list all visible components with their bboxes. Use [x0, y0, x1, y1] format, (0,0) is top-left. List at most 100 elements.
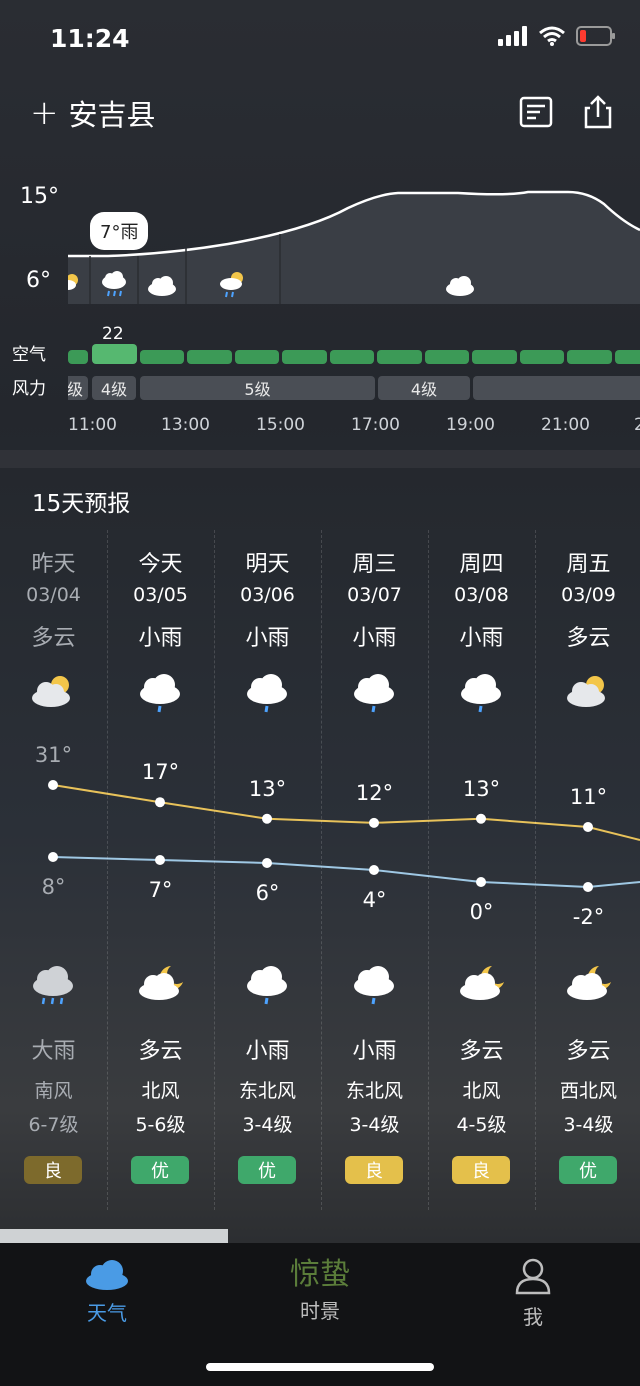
- status-time: 11:24: [50, 24, 130, 53]
- night-weather: 多云: [459, 1039, 504, 1064]
- solar-term-badge: 惊蛰: [290, 1257, 350, 1292]
- partly-cloudy-icon: [565, 672, 611, 714]
- high-temp: 13°: [462, 776, 501, 801]
- light-rain-icon: [137, 672, 183, 718]
- wind-bar: 5级: [140, 376, 375, 400]
- aq-bar: [425, 350, 469, 364]
- ad-strip[interactable]: [0, 1229, 228, 1243]
- light-rain-icon: [458, 672, 504, 718]
- low-temp: 8°: [41, 875, 66, 899]
- day-date: 03/04: [26, 584, 81, 606]
- time-label: 19:00: [446, 415, 495, 430]
- person-icon: [515, 1258, 551, 1295]
- air-quality-badge: 良: [452, 1156, 510, 1184]
- aq-bar: [377, 350, 422, 364]
- aq-bar: [282, 350, 327, 364]
- list-icon[interactable]: [518, 94, 554, 130]
- high-temp: 12°: [355, 780, 394, 805]
- city-name[interactable]: 安吉县: [69, 92, 156, 134]
- air-quality-badge: 良: [24, 1156, 82, 1184]
- tab-scenes[interactable]: 惊蛰 时景: [240, 1257, 400, 1324]
- partly-cloudy-icon: [30, 672, 76, 714]
- y-label-high: 15°: [20, 184, 59, 209]
- hourly-forecast[interactable]: 7°雨 22 级 4级 5级 4级 11:00 13:00 15:00 17:0…: [68, 160, 640, 430]
- wind-bar: 级: [68, 376, 88, 400]
- tab-me-label: 我: [523, 1305, 543, 1329]
- light-rain-icon: [244, 672, 290, 718]
- time-label: 11:00: [68, 415, 117, 430]
- aq-bar: [68, 350, 88, 364]
- high-temp: 17°: [141, 760, 180, 785]
- time-label: 15:00: [256, 415, 305, 430]
- wind-level: 5-6级: [135, 1114, 186, 1136]
- aq-bar: [567, 350, 612, 364]
- cloud-icon: [446, 276, 474, 296]
- wind-level: 6-7级: [28, 1114, 79, 1136]
- night-weather: 多云: [138, 1039, 183, 1064]
- wind-level: 4-5级: [456, 1114, 507, 1136]
- column-divider: [107, 530, 109, 1210]
- air-row-label: 空气: [12, 345, 46, 365]
- wind-direction: 南风: [34, 1080, 73, 1102]
- add-city-button[interactable]: +: [30, 96, 59, 130]
- day-weather: 小雨: [138, 626, 183, 651]
- air-quality-badge: 良: [345, 1156, 403, 1184]
- forecast-day-column[interactable]: 今天 03/05 小雨 多云 北风 5-6级 17° 7° 优: [107, 530, 214, 1210]
- column-divider: [321, 530, 323, 1210]
- forecast-day-column[interactable]: 周五 03/09 多云 多云 西北风 3-4级 11° -2° 优: [535, 530, 640, 1210]
- tab-me[interactable]: 我: [453, 1257, 613, 1330]
- aq-bar: [615, 350, 640, 364]
- wind-row-label: 风力: [12, 379, 46, 399]
- wind-direction: 西北风: [559, 1080, 617, 1102]
- day-name: 明天: [245, 552, 290, 577]
- header-actions: [518, 94, 616, 130]
- night-weather: 小雨: [245, 1039, 290, 1064]
- high-temp: 13°: [248, 776, 287, 801]
- tab-weather-label: 天气: [87, 1301, 127, 1325]
- day-date: 03/07: [347, 584, 402, 606]
- low-temp: 7°: [148, 878, 173, 902]
- wind-level: 3-4级: [349, 1114, 400, 1136]
- night-weather: 多云: [566, 1039, 611, 1064]
- share-icon[interactable]: [580, 94, 616, 130]
- forecast-day-column[interactable]: 周四 03/08 小雨 多云 北风 4-5级 13° 0° 良: [428, 530, 535, 1210]
- aq-bar-current: [92, 344, 137, 364]
- status-icons: [498, 26, 616, 46]
- cloud-icon: [148, 276, 176, 296]
- air-quality-badge: 优: [238, 1156, 296, 1184]
- heavy-rain-icon: [30, 964, 76, 1010]
- temperature-tooltip: 7°雨: [90, 212, 149, 250]
- sun-rain-icon: [220, 272, 243, 298]
- day-name: 昨天: [31, 552, 76, 577]
- time-label: 17:00: [351, 415, 400, 430]
- night-weather: 小雨: [352, 1039, 397, 1064]
- light-rain-icon: [244, 964, 290, 1010]
- day-weather: 多云: [566, 626, 611, 651]
- wind-level: 3-4级: [563, 1114, 614, 1136]
- time-label: 2: [634, 415, 640, 430]
- low-temp: 4°: [362, 888, 387, 912]
- time-label: 21:00: [541, 415, 590, 430]
- aq-bar: [330, 350, 374, 364]
- tab-weather[interactable]: 天气: [27, 1257, 187, 1326]
- wifi-icon: [539, 26, 565, 46]
- high-temp: 11°: [569, 785, 608, 809]
- low-temp: 0°: [469, 900, 494, 924]
- forecast-day-column[interactable]: 周三 03/07 小雨 小雨 东北风 3-4级 12° 4° 良: [321, 530, 428, 1210]
- wind-bar: [473, 376, 640, 400]
- forecast-title: 15天预报: [32, 491, 131, 517]
- forecast-day-column[interactable]: 昨天 03/04 多云 大雨 南风 6-7级 31° 8° 良: [0, 530, 107, 1210]
- day-name: 今天: [138, 552, 183, 577]
- aqi-value: 22: [102, 324, 124, 344]
- location-header: + 安吉县: [30, 92, 156, 134]
- day-weather: 小雨: [459, 626, 504, 651]
- aq-bar: [187, 350, 232, 364]
- cloud-moon-icon: [565, 964, 615, 1008]
- daily-forecast-grid[interactable]: 昨天 03/04 多云 大雨 南风 6-7级 31° 8° 良今天 03/05 小雨 多云 北风 5-6级…: [0, 530, 640, 1210]
- y-label-low: 6°: [26, 268, 51, 293]
- day-date: 03/08: [454, 584, 509, 606]
- air-quality-badge: 优: [559, 1156, 617, 1184]
- air-quality-badge: 优: [131, 1156, 189, 1184]
- day-date: 03/09: [561, 584, 616, 606]
- forecast-day-column[interactable]: 明天 03/06 小雨 小雨 东北风 3-4级 13° 6° 优: [214, 530, 321, 1210]
